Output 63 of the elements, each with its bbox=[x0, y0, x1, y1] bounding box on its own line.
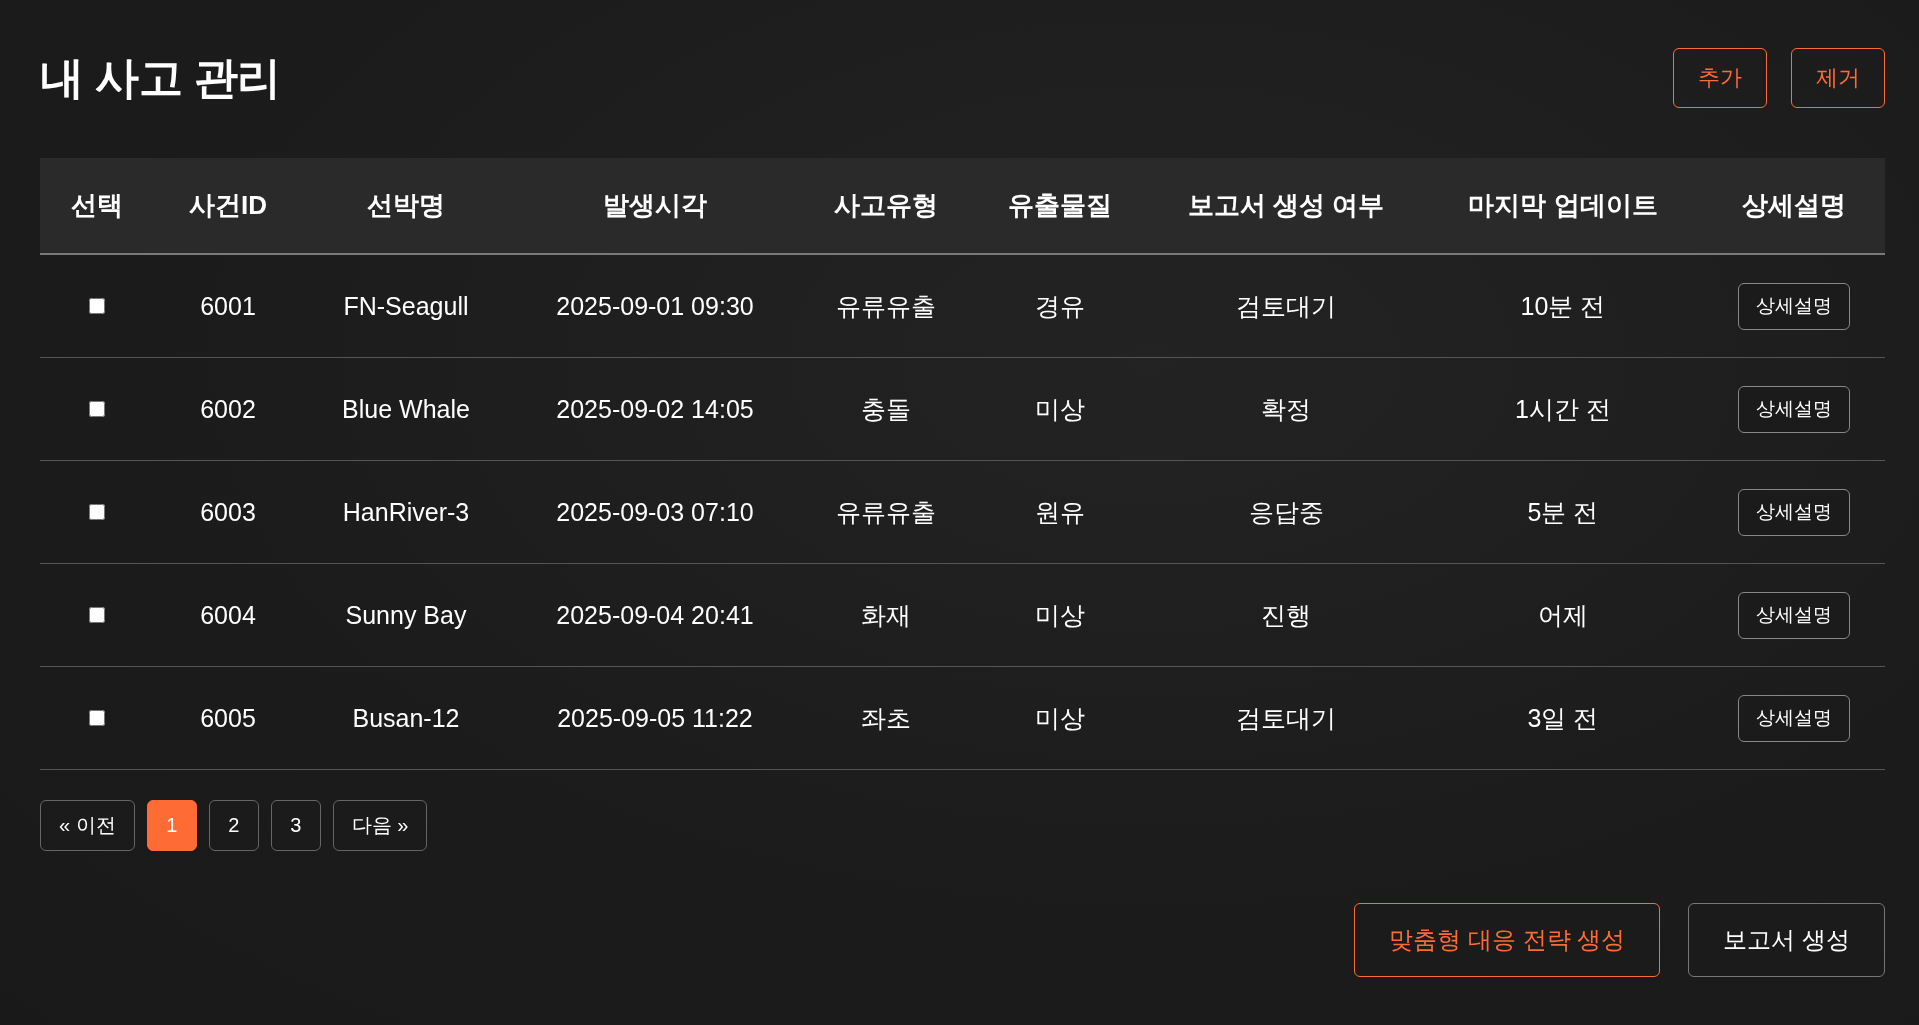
table-cell-text: 응답중 bbox=[1248, 496, 1324, 528]
remove-button[interactable]: 제거 bbox=[1791, 48, 1885, 108]
row-checkbox[interactable] bbox=[89, 710, 105, 726]
table-cell-text: 좌초 bbox=[861, 702, 911, 734]
table-cell: 2025-09-05 11:22 bbox=[557, 703, 753, 733]
column-header: 선박명 bbox=[366, 189, 446, 222]
column-header: 사고유형 bbox=[833, 189, 939, 222]
table-cell: 2025-09-01 09:30 bbox=[556, 291, 754, 321]
row-checkbox[interactable] bbox=[89, 298, 105, 314]
table-cell-text: 원유 bbox=[1035, 496, 1085, 528]
table-cell: 2025-09-03 07:10 bbox=[556, 497, 754, 527]
row-checkbox[interactable] bbox=[89, 504, 105, 520]
detail-button[interactable]: 상세설명 bbox=[1737, 591, 1850, 639]
detail-button[interactable]: 상세설명 bbox=[1737, 385, 1850, 433]
table-cell: Blue Whale bbox=[342, 394, 470, 424]
table-cell-text: 진행 bbox=[1261, 599, 1311, 631]
table-cell-text: 10분 전 bbox=[1520, 290, 1606, 322]
generate-report-button[interactable]: 보고서 생성 bbox=[1688, 903, 1885, 977]
table-cell-text: 어제 bbox=[1538, 599, 1588, 631]
row-checkbox[interactable] bbox=[89, 401, 105, 417]
column-header: 마지막 업데이트 bbox=[1467, 189, 1659, 222]
column-header: 발생시각 bbox=[602, 189, 708, 222]
table-cell-text: 검토대기 bbox=[1236, 702, 1336, 734]
table-cell-text: 5분 전 bbox=[1527, 496, 1599, 528]
next-page-button[interactable]: 다음 » bbox=[332, 800, 428, 851]
table-cell-text: 충돌 bbox=[861, 393, 911, 425]
table-cell-text: 3일 전 bbox=[1527, 702, 1599, 734]
table-cell: 6002 bbox=[200, 394, 256, 424]
table-cell: 2025-09-04 20:41 bbox=[556, 600, 754, 630]
column-header: 사건ID bbox=[188, 189, 268, 222]
table-cell-text: 미상 bbox=[1035, 393, 1085, 425]
table-cell-text: 검토대기 bbox=[1236, 290, 1336, 322]
table-cell-text: 확정 bbox=[1261, 393, 1311, 425]
column-header: 유출물질 bbox=[1007, 189, 1113, 222]
table-cell: 6001 bbox=[200, 291, 256, 321]
page-button[interactable]: 2 bbox=[208, 800, 259, 851]
table-cell-text: 1시간 전 bbox=[1515, 393, 1611, 425]
table-cell-text: 미상 bbox=[1035, 599, 1085, 631]
column-header: 선택 bbox=[70, 189, 124, 222]
column-header: 보고서 생성 여부 bbox=[1186, 189, 1386, 222]
table-cell-text: 유류유출 bbox=[836, 496, 936, 528]
table-cell: Sunny Bay bbox=[345, 600, 467, 630]
detail-button[interactable]: 상세설명 bbox=[1737, 488, 1850, 536]
table-cell: 6005 bbox=[200, 703, 256, 733]
table-cell: 2025-09-02 14:05 bbox=[556, 394, 754, 424]
table-cell: FN-Seagull bbox=[343, 291, 469, 321]
add-button[interactable]: 추가 bbox=[1673, 48, 1767, 108]
detail-button[interactable]: 상세설명 bbox=[1737, 694, 1850, 742]
table-cell: 6003 bbox=[200, 497, 256, 527]
previous-page-button[interactable]: « 이전 bbox=[40, 800, 135, 851]
column-header: 상세설명 bbox=[1740, 189, 1847, 222]
table-cell: HanRiver-3 bbox=[342, 497, 470, 527]
page-button[interactable]: 3 bbox=[270, 800, 321, 851]
table-cell-text: 미상 bbox=[1035, 702, 1085, 734]
table-cell-text: 유류유출 bbox=[836, 290, 936, 322]
table-cell: 6004 bbox=[200, 600, 256, 630]
table-cell-text: 화재 bbox=[861, 599, 911, 631]
generate-strategy-button[interactable]: 맞춤형 대응 전략 생성 bbox=[1354, 903, 1661, 977]
table-cell-text: 경유 bbox=[1035, 290, 1085, 322]
row-checkbox[interactable] bbox=[89, 607, 105, 623]
page-title: 내 사고 관리 bbox=[40, 51, 281, 104]
detail-button[interactable]: 상세설명 bbox=[1737, 282, 1850, 330]
table-cell: Busan-12 bbox=[352, 703, 460, 733]
